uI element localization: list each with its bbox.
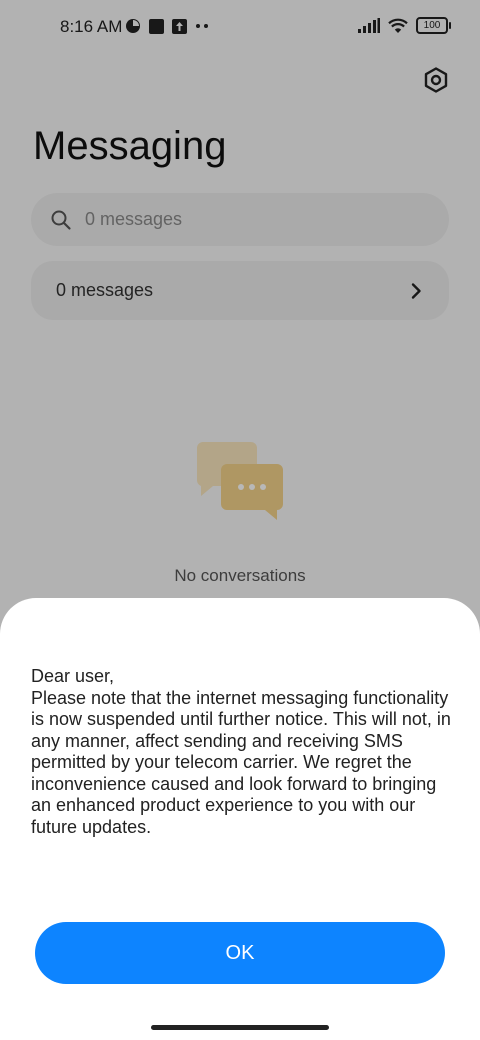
dialog-message: Dear user, Please note that the internet… bbox=[31, 666, 451, 837]
messaging-screen: 8:16 AM 100 Messaging 0 messages 0 messa… bbox=[0, 0, 480, 1040]
ok-button[interactable]: OK bbox=[35, 922, 445, 984]
home-indicator[interactable] bbox=[151, 1025, 329, 1030]
notice-dialog: Dear user, Please note that the internet… bbox=[0, 598, 480, 1040]
